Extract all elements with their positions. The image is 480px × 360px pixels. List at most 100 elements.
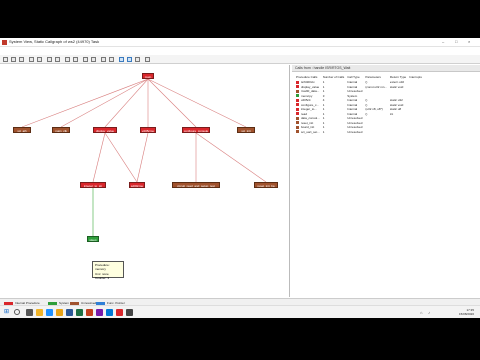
calls-cell-text: 1	[322, 84, 325, 89]
terminal-icon[interactable]	[126, 309, 133, 316]
procedure-cell-text: board_init	[301, 125, 315, 130]
call-type-cell-text: Internal	[347, 102, 358, 107]
legend-bar: Internal Procedure System Unresolved Fun…	[0, 298, 480, 305]
return-type-cell-text: static u8	[389, 107, 402, 112]
node-sci-init[interactable]: sci_init	[237, 127, 255, 133]
type-color-icon	[296, 116, 299, 120]
file-explorer-icon[interactable]	[36, 309, 43, 316]
menu-bar: File View Display Configure Highlight Fo…	[0, 47, 480, 61]
zoom-in-icon[interactable]	[119, 57, 124, 62]
parameters-cell-text: ()	[365, 111, 368, 116]
procedure-cell-text: configure_c...	[301, 102, 320, 107]
folder-icon[interactable]	[56, 309, 63, 316]
type-color-icon	[296, 103, 299, 107]
node-main-clk[interactable]: main_clk	[52, 127, 70, 133]
calls-cell-text: 1	[322, 80, 325, 85]
call-type-cell: Unresolved	[347, 130, 365, 135]
return-type-cell-text: int	[389, 111, 394, 116]
list-icon[interactable]	[109, 57, 114, 62]
panel-title: Calls from : handle ISR/RTOS_Wait	[292, 65, 480, 72]
procedure-cell-text: rtos90_data...	[301, 89, 320, 94]
call-type-cell-text: Internal	[347, 80, 358, 85]
type-color-icon	[296, 85, 299, 89]
calls-cell-text: 1	[322, 129, 325, 134]
toolbar	[0, 55, 480, 64]
node-sd00cme[interactable]: sd00cme	[129, 182, 145, 188]
call-type-cell-text: Internal	[347, 98, 358, 103]
open-icon[interactable]	[3, 57, 8, 62]
return-type-cell-text: static void	[389, 84, 404, 89]
search-icon[interactable]	[14, 309, 20, 315]
type-color-icon	[296, 112, 299, 116]
parameters-cell-text: ()	[365, 80, 368, 85]
parameters-cell-text: ()	[365, 102, 368, 107]
filter-icon[interactable]	[65, 57, 70, 62]
calls-cell-text: 3	[322, 93, 325, 98]
clock-date: 15/08/2020	[458, 312, 474, 316]
analysis-tool-icon[interactable]	[116, 309, 123, 316]
call-type-cell-text: Unresolved	[347, 116, 363, 121]
close-button[interactable]: ×	[468, 39, 470, 44]
parameters-cell-text: ()	[365, 98, 368, 103]
callgraph-edges	[21, 78, 267, 236]
system-clock[interactable]: 17:35 15/08/2020	[459, 308, 474, 316]
node-circuit-read[interactable]: circuit_read_and_setup_test	[172, 182, 220, 188]
procedure-cell-text: vd05cit	[301, 98, 311, 103]
return-type-cell-text: static void	[389, 102, 404, 107]
return-type-cell-text: static u32	[389, 98, 403, 103]
save-icon[interactable]	[11, 57, 16, 62]
print-icon[interactable]	[19, 57, 24, 62]
onenote-icon[interactable]	[96, 309, 103, 316]
maximize-button[interactable]: □	[455, 39, 457, 44]
type-color-icon	[296, 107, 299, 111]
type-color-icon	[296, 80, 299, 84]
expand-icon[interactable]	[73, 57, 78, 62]
zoom-fit-icon[interactable]	[127, 57, 132, 62]
zoom-out-icon[interactable]	[135, 57, 140, 62]
call-type-cell-text: Unresolved	[347, 89, 363, 94]
layout-icon[interactable]	[55, 57, 60, 62]
network-icon[interactable]: ⌂	[420, 310, 422, 315]
forward-icon[interactable]	[37, 57, 42, 62]
minimize-button[interactable]: –	[442, 39, 444, 44]
highlight-icon[interactable]	[91, 57, 96, 62]
excel-icon[interactable]	[76, 309, 83, 316]
node-sleep[interactable]: sleep	[87, 236, 99, 242]
calls-cell-text: 1	[322, 102, 325, 107]
calls-table: Procedure Calls Number of Calls Call Typ…	[296, 75, 425, 134]
callgraph-canvas[interactable]: main sci_alh main_clk display_value vd05…	[0, 65, 290, 297]
tooltip-line: Counter: 3	[95, 276, 110, 281]
app-icon	[2, 40, 7, 45]
node-configure-console[interactable]: configure_console	[182, 127, 210, 133]
call-type-cell-text: Unresolved	[347, 125, 363, 130]
collapse-icon[interactable]	[83, 57, 88, 62]
parameters-cell: (const u32 mn...	[365, 85, 390, 90]
interrupts-cell	[409, 130, 425, 135]
node-reset-init-ba[interactable]: reset_init_ba	[254, 182, 278, 188]
node-vd05cme[interactable]: vd05cme	[140, 127, 156, 133]
node-sci-alh[interactable]: sci_alh	[13, 127, 31, 133]
procedure-cell-text: display_value	[301, 84, 320, 89]
refresh-icon[interactable]	[47, 57, 52, 62]
node-integer-to-str[interactable]: integer_to_str	[80, 182, 106, 188]
taskbar: ⊞ ⌂ ♪ 17:35 15/08/2020	[0, 305, 480, 318]
table-row[interactable]: sci_uart_set... 1 Unresolved	[296, 130, 425, 135]
tree-icon[interactable]	[101, 57, 106, 62]
call-type-cell-text: Internal	[347, 107, 358, 112]
word-icon[interactable]	[66, 309, 73, 316]
node-main[interactable]: main	[142, 73, 154, 79]
task-view-icon[interactable]	[26, 309, 33, 316]
node-display-value[interactable]: display_value	[93, 127, 117, 133]
title-bar: System View, Static Callgraph of ws2 (44…	[0, 38, 480, 47]
back-icon[interactable]	[29, 57, 34, 62]
volume-icon[interactable]: ♪	[428, 310, 430, 315]
outlook-icon[interactable]	[106, 309, 113, 316]
powerpoint-icon[interactable]	[86, 309, 93, 316]
call-type-cell-text: Internal	[347, 111, 358, 116]
edge-browser-icon[interactable]	[46, 309, 53, 316]
windows-start-icon[interactable]: ⊞	[4, 309, 10, 315]
settings-icon[interactable]	[145, 57, 150, 62]
call-type-cell-text: Internal	[347, 84, 358, 89]
type-color-icon	[296, 125, 299, 129]
return-type-cell-text: extern u32	[389, 80, 405, 85]
